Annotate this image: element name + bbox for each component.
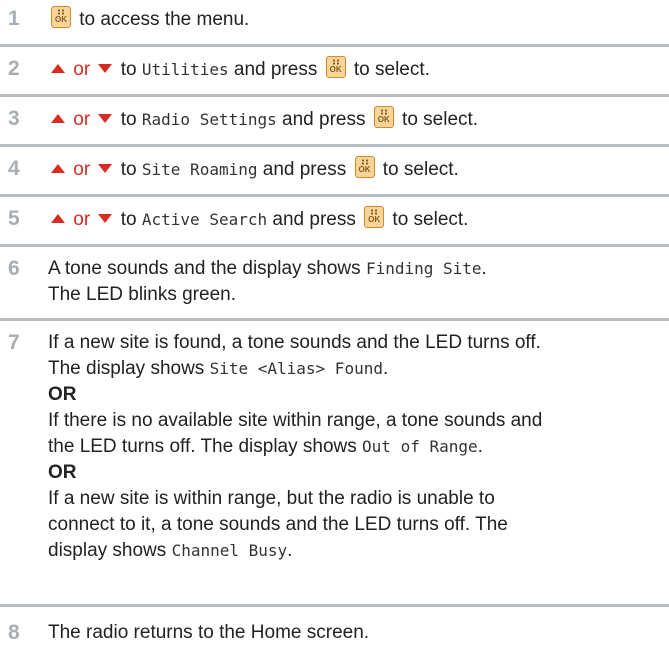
display-message: Channel Busy bbox=[171, 541, 288, 560]
menu-ok-button-icon: OK bbox=[373, 106, 394, 128]
up-arrow-icon bbox=[51, 114, 65, 123]
up-arrow-icon bbox=[51, 214, 65, 223]
step-text: If a new site is within range, but the r… bbox=[48, 488, 495, 509]
separator bbox=[0, 244, 669, 247]
separator bbox=[0, 604, 669, 607]
menu-ok-button-icon: OK bbox=[364, 206, 385, 228]
step-text: If there is no available site within ran… bbox=[48, 410, 543, 431]
display-message: Site <Alias> Found bbox=[209, 359, 383, 378]
separator bbox=[0, 318, 669, 321]
step-number: 3 bbox=[8, 107, 20, 130]
down-arrow-icon bbox=[98, 64, 113, 73]
or-word: or bbox=[73, 209, 91, 230]
step-number: 6 bbox=[8, 257, 20, 280]
menu-ok-button-icon: OK bbox=[354, 156, 375, 178]
step-text: The radio returns to the Home screen. bbox=[48, 622, 370, 643]
menu-item-name: Utilities bbox=[141, 60, 229, 79]
down-arrow-icon bbox=[98, 164, 113, 173]
step-text: connect to it, a tone sounds and the LED… bbox=[48, 514, 508, 535]
up-arrow-icon bbox=[51, 164, 65, 173]
step-number: 5 bbox=[8, 207, 20, 230]
up-arrow-icon bbox=[51, 64, 65, 73]
step-text: to access the menu. bbox=[79, 9, 250, 30]
step-text: The LED blinks green. bbox=[48, 284, 236, 305]
menu-ok-button-icon: OK bbox=[51, 6, 71, 28]
display-message: Finding Site bbox=[365, 259, 482, 278]
step-number: 2 bbox=[8, 57, 20, 80]
step-number: 4 bbox=[8, 157, 20, 180]
or-word: or bbox=[73, 109, 91, 130]
step-number: 1 bbox=[8, 7, 20, 30]
down-arrow-icon bbox=[98, 114, 113, 123]
menu-ok-button-icon: OK bbox=[325, 56, 346, 78]
menu-item-name: Site Roaming bbox=[141, 160, 258, 179]
menu-item-name: Radio Settings bbox=[141, 110, 277, 129]
or-word: or bbox=[73, 159, 91, 180]
step-number: 8 bbox=[8, 621, 20, 644]
step-number: 7 bbox=[8, 331, 20, 354]
separator bbox=[0, 44, 669, 47]
menu-item-name: Active Search bbox=[141, 210, 268, 229]
or-separator: OR bbox=[48, 462, 77, 483]
display-message: Out of Range bbox=[362, 437, 478, 456]
down-arrow-icon bbox=[98, 214, 113, 223]
separator bbox=[0, 144, 669, 147]
step-text: If a new site is found, a tone sounds an… bbox=[48, 332, 541, 353]
or-separator: OR bbox=[48, 384, 77, 405]
separator bbox=[0, 94, 669, 97]
or-word: or bbox=[73, 59, 91, 80]
separator bbox=[0, 194, 669, 197]
